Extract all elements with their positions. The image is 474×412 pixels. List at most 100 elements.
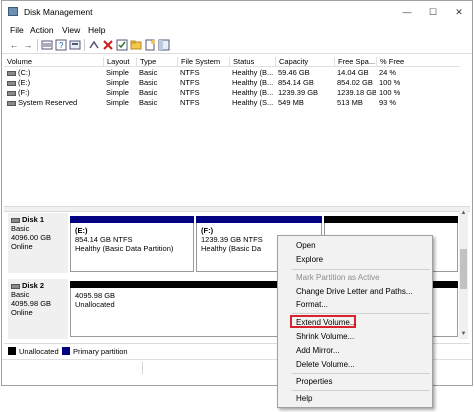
delete-icon[interactable] xyxy=(102,39,114,51)
menu-item-format[interactable]: Format... xyxy=(296,300,328,309)
menu-separator xyxy=(292,313,430,314)
window-title: Disk Management xyxy=(24,7,93,17)
partition-body: (E:) 854.14 GB NTFS Healthy (Basic Data … xyxy=(70,223,194,272)
column-header-capacity[interactable]: Capacity xyxy=(275,57,334,66)
disk-name: Disk 2 xyxy=(22,281,45,290)
volume-list-icon[interactable] xyxy=(41,39,53,51)
disk-1-label[interactable]: Disk 1 Basic 4096.00 GB Online xyxy=(8,213,68,273)
menu-help[interactable]: Help xyxy=(88,25,105,35)
type-cell: Basic xyxy=(139,78,158,87)
pane-splitter[interactable] xyxy=(4,206,470,212)
menu-item-change-drive-letter[interactable]: Change Drive Letter and Paths... xyxy=(296,287,413,296)
disk-type: Basic xyxy=(11,224,30,233)
menu-item-extend-volume[interactable]: Extend Volume... xyxy=(296,318,356,327)
forward-arrow-icon[interactable]: → xyxy=(22,39,34,51)
volume-table-header: Volume Layout Type File System Status Ca… xyxy=(4,56,460,67)
scroll-up-icon[interactable]: ▲ xyxy=(459,209,468,218)
legend-label-primary: Primary partition xyxy=(73,347,128,356)
column-header-status[interactable]: Status xyxy=(229,57,275,66)
column-header-percent-free[interactable]: % Free xyxy=(376,57,460,66)
partition-e[interactable]: (E:) 854.14 GB NTFS Healthy (Basic Data … xyxy=(70,216,194,272)
minimize-button[interactable]: — xyxy=(394,3,420,21)
check-icon[interactable] xyxy=(116,39,128,51)
table-row[interactable]: (C:) Simple Basic NTFS Healthy (B... 59.… xyxy=(4,68,460,78)
legend-swatch-primary xyxy=(62,347,70,355)
menu-action[interactable]: Action xyxy=(30,25,54,35)
menu-item-explore[interactable]: Explore xyxy=(296,255,323,264)
disk-management-icon xyxy=(8,7,18,16)
help-icon[interactable]: ? xyxy=(55,39,67,51)
column-header-volume[interactable]: Volume xyxy=(4,57,103,66)
capacity-cell: 1239.39 GB xyxy=(278,88,319,97)
panel-icon[interactable] xyxy=(158,39,170,51)
menu-item-open[interactable]: Open xyxy=(296,241,316,250)
menu-item-properties[interactable]: Properties xyxy=(296,377,332,386)
toolbar: ← → ? xyxy=(2,37,472,54)
column-header-free-space[interactable]: Free Spa... xyxy=(334,57,376,66)
status-cell: Healthy (B... xyxy=(232,68,274,77)
type-cell: Basic xyxy=(139,98,158,107)
disk-state: Online xyxy=(11,242,33,251)
properties-icon[interactable] xyxy=(69,39,81,51)
menu-item-help[interactable]: Help xyxy=(296,394,312,403)
menu-view[interactable]: View xyxy=(62,25,80,35)
free-space-cell: 854.02 GB xyxy=(337,78,373,87)
column-header-file-system[interactable]: File System xyxy=(177,57,229,66)
close-button[interactable]: ✕ xyxy=(446,3,472,21)
disk-type: Basic xyxy=(11,290,30,299)
free-space-cell: 14.04 GB xyxy=(337,68,369,77)
type-cell: Basic xyxy=(139,88,158,97)
table-row[interactable]: (F:) Simple Basic NTFS Healthy (B... 123… xyxy=(4,88,460,98)
layout-cell: Simple xyxy=(106,68,129,77)
menu-separator xyxy=(292,269,430,270)
type-cell: Basic xyxy=(139,68,158,77)
title-bar: Disk Management — ☐ ✕ xyxy=(2,1,472,23)
menu-item-delete-volume[interactable]: Delete Volume... xyxy=(296,360,355,369)
volume-name: System Reserved xyxy=(18,98,78,107)
status-bar-separator xyxy=(142,362,143,374)
disk-size: 4096.00 GB xyxy=(11,233,52,242)
partition-size: 854.14 GB NTFS xyxy=(75,235,133,244)
volume-cell: System Reserved xyxy=(4,98,103,107)
menu-item-mark-active: Mark Partition as Active xyxy=(296,273,380,282)
volume-name: (F:) xyxy=(18,88,30,97)
menu-item-shrink-volume[interactable]: Shrink Volume... xyxy=(296,332,354,341)
volume-cell: (C:) xyxy=(4,68,103,77)
disk-icon xyxy=(11,283,20,289)
menu-file[interactable]: File xyxy=(10,25,24,35)
column-header-type[interactable]: Type xyxy=(136,57,177,66)
legend-swatch-unallocated xyxy=(8,347,16,355)
toolbar-separator xyxy=(84,39,85,51)
connect-icon[interactable] xyxy=(88,39,100,51)
table-row[interactable]: System Reserved Simple Basic NTFS Health… xyxy=(4,98,460,108)
menu-bar: File Action View Help xyxy=(2,23,472,37)
menu-item-add-mirror[interactable]: Add Mirror... xyxy=(296,346,340,355)
file-system-cell: NTFS xyxy=(180,78,200,87)
scroll-thumb[interactable] xyxy=(460,249,467,289)
disk-pane-scrollbar[interactable]: ▲ ▼ xyxy=(459,209,468,339)
file-system-cell: NTFS xyxy=(180,98,200,107)
volume-cell: (F:) xyxy=(4,88,103,97)
volume-cell: (E:) xyxy=(4,78,103,87)
legend-label-unallocated: Unallocated xyxy=(19,347,59,356)
partition-color-bar xyxy=(196,216,322,223)
folder-icon[interactable] xyxy=(130,39,142,51)
percent-free-cell: 24 % xyxy=(379,68,397,77)
file-system-cell: NTFS xyxy=(180,68,200,77)
disk-size: 4095.98 GB xyxy=(11,299,52,308)
partition-color-bar xyxy=(70,216,194,223)
maximize-button[interactable]: ☐ xyxy=(420,3,446,21)
menu-separator xyxy=(292,390,430,391)
layout-cell: Simple xyxy=(106,98,129,107)
status-cell: Healthy (B... xyxy=(232,88,274,97)
drive-icon xyxy=(7,80,16,86)
toolbar-separator xyxy=(37,39,38,51)
table-row[interactable]: (E:) Simple Basic NTFS Healthy (B... 854… xyxy=(4,78,460,88)
scroll-down-icon[interactable]: ▼ xyxy=(459,330,468,339)
back-arrow-icon[interactable]: ← xyxy=(8,39,20,51)
status-cell: Healthy (S... xyxy=(232,98,274,107)
drive-icon xyxy=(7,70,16,76)
column-header-layout[interactable]: Layout xyxy=(103,57,136,66)
new-icon[interactable] xyxy=(144,39,156,51)
disk-2-label[interactable]: Disk 2 Basic 4095.98 GB Online xyxy=(8,279,68,339)
